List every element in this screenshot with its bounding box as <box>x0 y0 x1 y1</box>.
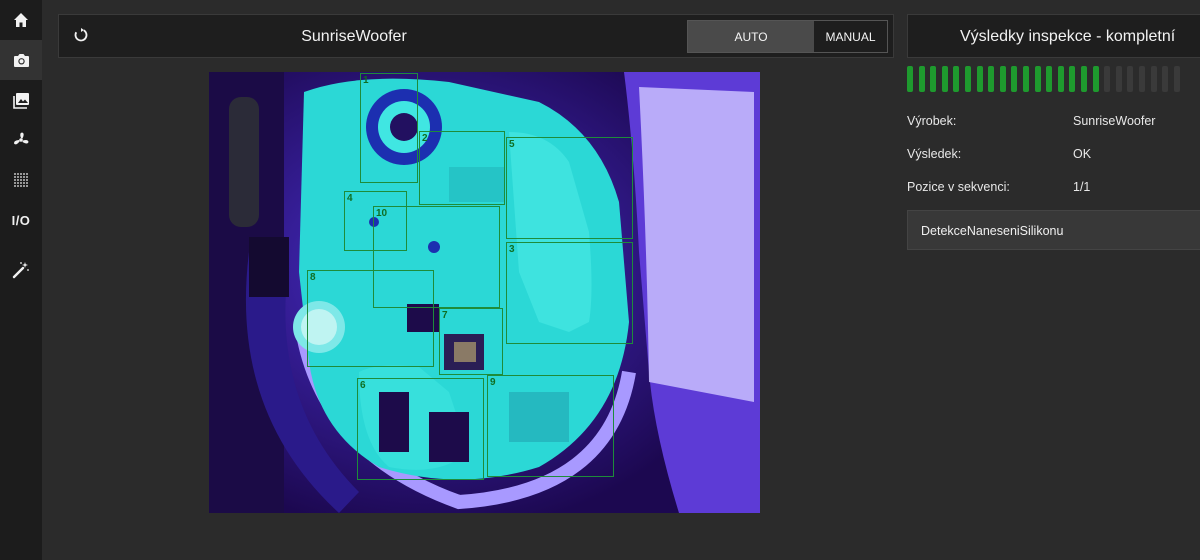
progress-segment <box>1011 66 1017 92</box>
sidebar-item-home[interactable] <box>0 0 42 40</box>
progress-segment <box>1174 66 1180 92</box>
sidebar-item-grid[interactable] <box>0 160 42 200</box>
roi-label: 8 <box>310 272 316 283</box>
progress-segment <box>1081 66 1087 92</box>
roi-label: 10 <box>376 208 388 219</box>
roi-label: 6 <box>360 380 366 391</box>
top-header: SunriseWoofer AUTO MANUAL <box>58 14 894 58</box>
sequence-progress-bar <box>907 66 1200 92</box>
sidebar-item-fan[interactable] <box>0 120 42 160</box>
mode-manual-button[interactable]: MANUAL <box>814 21 887 52</box>
roi-box[interactable]: 5 <box>506 137 633 239</box>
result-label: Výsledek: <box>907 147 962 161</box>
roi-label: 3 <box>509 244 515 255</box>
mode-toggle: AUTO MANUAL <box>687 20 888 53</box>
result-value: OK <box>1073 147 1092 161</box>
progress-segment <box>930 66 936 92</box>
sidebar-item-magic[interactable] <box>0 250 42 290</box>
results-title: Výsledky inspekce - kompletní <box>960 28 1176 45</box>
dot-grid-icon <box>13 172 29 188</box>
mode-auto-button[interactable]: AUTO <box>688 21 814 52</box>
roi-label: 2 <box>422 133 428 144</box>
roi-label: 7 <box>442 310 448 321</box>
sidebar-item-gallery[interactable] <box>0 80 42 120</box>
progress-segment <box>1069 66 1075 92</box>
progress-segment <box>977 66 983 92</box>
position-label: Pozice v sekvenci: <box>907 180 1010 194</box>
roi-box[interactable]: 6 <box>357 378 484 480</box>
progress-segment <box>919 66 925 92</box>
progress-segment <box>953 66 959 92</box>
roi-box[interactable]: 9 <box>487 375 614 477</box>
home-icon <box>13 12 29 28</box>
sidebar-item-io[interactable]: I/O <box>0 200 42 240</box>
progress-segment <box>942 66 948 92</box>
fan-icon <box>12 131 30 149</box>
progress-segment <box>1162 66 1168 92</box>
roi-box[interactable]: 8 <box>307 270 434 367</box>
progress-segment <box>1093 66 1099 92</box>
progress-segment <box>1139 66 1145 92</box>
refresh-icon <box>73 27 89 48</box>
magic-wand-icon <box>12 261 30 279</box>
camera-icon <box>13 53 30 68</box>
progress-segment <box>1000 66 1006 92</box>
progress-segment <box>1104 66 1110 92</box>
roi-box[interactable]: 7 <box>439 308 503 375</box>
progress-segment <box>1046 66 1052 92</box>
reload-button[interactable] <box>69 25 93 49</box>
progress-segment <box>1127 66 1133 92</box>
progress-segment <box>965 66 971 92</box>
roi-box[interactable]: 1 <box>360 73 418 183</box>
progress-segment <box>1151 66 1157 92</box>
product-label: Výrobek: <box>907 114 957 128</box>
detection-item[interactable]: DetekceNaneseniSilikonu <box>907 210 1200 250</box>
sidebar-item-camera[interactable] <box>0 40 42 80</box>
progress-segment <box>1116 66 1122 92</box>
progress-segment <box>1058 66 1064 92</box>
results-header: Výsledky inspekce - kompletní <box>907 14 1200 58</box>
product-title: SunriseWoofer <box>301 28 407 45</box>
progress-segment <box>1035 66 1041 92</box>
roi-label: 1 <box>363 75 369 86</box>
roi-box[interactable]: 3 <box>506 242 633 344</box>
progress-segment <box>988 66 994 92</box>
image-gallery-icon <box>12 92 30 109</box>
progress-segment <box>1023 66 1029 92</box>
position-value: 1/1 <box>1073 180 1091 194</box>
roi-label: 5 <box>509 139 515 150</box>
roi-label: 9 <box>490 377 496 388</box>
io-label: I/O <box>11 212 31 228</box>
info-row-result: Výsledek: OK <box>907 147 1200 167</box>
roi-label: 4 <box>347 193 353 204</box>
camera-image[interactable]: 1 2 5 4 10 3 8 7 6 9 <box>209 72 760 513</box>
product-value: SunriseWoofer <box>1073 114 1156 128</box>
progress-segment <box>907 66 913 92</box>
info-row-product: Výrobek: SunriseWoofer <box>907 114 1200 134</box>
roi-box[interactable]: 2 <box>419 131 505 205</box>
sidebar: I/O <box>0 0 42 560</box>
info-row-position: Pozice v sekvenci: 1/1 <box>907 180 1200 200</box>
